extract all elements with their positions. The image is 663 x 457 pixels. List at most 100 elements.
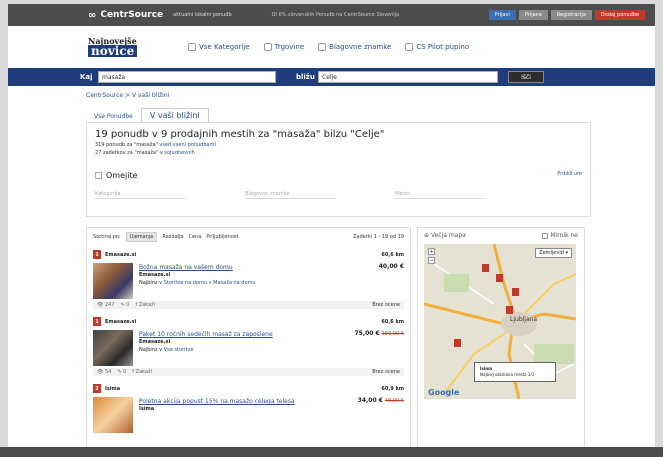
nav-label: Blagovne znamke [329, 43, 392, 51]
offer-thumbnail[interactable] [93, 397, 133, 433]
tabs: Vse Ponudbe V vaši bližini [86, 106, 591, 122]
merchant-row: 1 Emasaze.si 60,6 km [93, 317, 404, 326]
offer-title[interactable]: Paket 10 ročnih sedečih masaž za zaposle… [139, 330, 338, 339]
map-type-select[interactable]: Zemljevid ▾ [535, 248, 572, 258]
results-line2-link[interactable]: sojudnevnih [165, 150, 195, 156]
tab-all-offers[interactable]: Vse Ponudbe [86, 111, 141, 122]
popup-text: Najbolj obiskana mesta 1/1 [480, 372, 535, 377]
breadcrumb[interactable]: CentrSource > V vaši bližini [86, 92, 169, 99]
old-price: 40,00 € [384, 398, 404, 404]
offer-title[interactable]: Poletna akcija popust 15% na masažo cele… [139, 397, 338, 406]
signin-button[interactable]: Prijava [518, 10, 548, 20]
merchant-name[interactable]: Emasaze.si [105, 319, 136, 325]
old-price: 150,00 € [381, 331, 404, 337]
bigger-map-label: Večja mapa [430, 232, 466, 239]
google-logo: Google [428, 388, 460, 397]
bottom-bar [0, 447, 663, 457]
narrow-toggle-icon [95, 172, 102, 179]
map-pin-icon: 2 [93, 384, 101, 393]
centrsource-logo[interactable]: ∞ CentrSource aktualni lokalni ponudb [88, 10, 232, 21]
nav-stores[interactable]: Trgovine [263, 43, 304, 51]
sort-price[interactable]: Cena [189, 234, 202, 240]
filter-brand[interactable]: Blagovne znamke [245, 191, 335, 199]
offer-item: Božna masaža na vašem domu Emasaze.si Na… [93, 263, 404, 299]
bigger-map-link[interactable]: ⊕ Večja mapa [424, 232, 466, 239]
offer-location-prefix: Najbinz v [139, 346, 163, 353]
categories-icon [188, 43, 196, 51]
map-pin-icon: 1 [93, 317, 101, 326]
merchant-row: 2 Isima 60,9 km [93, 384, 404, 393]
where-label: bližu [296, 73, 315, 81]
offer-store: Emasaze.si [139, 339, 171, 345]
views-count: 👁 54 [97, 369, 112, 375]
add-offer-button[interactable]: Dodaj ponudbo [594, 10, 645, 20]
merchant-distance: 60,9 km [381, 385, 404, 392]
merchant-name[interactable]: Emasaze.si [105, 252, 136, 258]
views-count: 👁 247 [97, 302, 115, 308]
where-input[interactable] [318, 71, 498, 83]
register-button[interactable]: Registracija [550, 10, 592, 20]
price-value: 34,00 € [357, 397, 383, 404]
map-type-label: Zemljevid [539, 250, 564, 256]
results-line2: 27 zadetkov za "masaža" v sojudnevnih [95, 150, 582, 156]
filter-city[interactable]: Mesto [395, 191, 485, 199]
what-input[interactable] [98, 71, 276, 83]
site-brand[interactable]: Najnovejše novice [88, 37, 158, 57]
filter-category[interactable]: Kategorija [95, 191, 185, 199]
results-line1-link[interactable]: vsed vseni ponudbami [159, 142, 215, 148]
comments-count-value: 0 [126, 302, 130, 308]
comments-count: ✎ 0 [117, 369, 127, 375]
nav-links: Vse Kategorije Trgovine Blagovne znamke … [188, 43, 469, 51]
merchant-row: 1 Emasaze.si 60,6 km [93, 250, 404, 259]
what-label: Kaj [80, 73, 93, 81]
offer-thumbnail[interactable] [93, 330, 133, 366]
zoom-out-icon[interactable]: − [428, 257, 435, 264]
merchant-name[interactable]: Isima [105, 386, 120, 392]
facebook-share[interactable]: f Zakaži [135, 302, 155, 308]
main-nav: Najnovejše novice Vse Kategorije Trgovin… [8, 26, 655, 68]
nav-pilot[interactable]: CS Pilot pupino [405, 43, 469, 51]
offer-stats: 👁 247 ✎ 0 f Zakaži Brez ocene [93, 301, 404, 309]
offer-item: Poletna akcija popust 15% na masažo cele… [93, 397, 404, 433]
results-line1-text: 319 ponudb za "masaža" [95, 142, 158, 148]
map-header: ⊕ Večja mapa Mirnik ne [424, 232, 578, 239]
store-icon [263, 43, 272, 51]
offer-store: Emasaze.si [139, 272, 171, 278]
results-summary: 19 ponudb v 9 prodajnih mestih za "masaž… [86, 122, 591, 217]
top-bar: ∞ CentrSource aktualni lokalni ponudb Ol… [8, 4, 655, 26]
sort-popularity[interactable]: Priljubljenost [206, 234, 238, 240]
brand-line2: novice [88, 45, 138, 57]
comments-count-value: 0 [123, 369, 127, 375]
page: ∞ CentrSource aktualni lokalni ponudb Ol… [8, 4, 655, 453]
comments-count: ✎ 0 [120, 302, 130, 308]
rating-text: Brez ocene [372, 302, 400, 308]
filter-row: Kategorija Blagovne znamke Mesto [95, 191, 485, 199]
results-count: Zadetki 1 - 19 od 19 [353, 234, 404, 240]
search-button[interactable]: Išči [508, 71, 544, 83]
views-count-value: 54 [104, 369, 112, 375]
sort-distance[interactable]: Razdalja [162, 234, 183, 240]
map-zoom-controls: + − [428, 248, 436, 266]
offer-location-link[interactable]: Storitve na domu v Masaža na domu [164, 280, 256, 286]
map-panel: ⊕ Večja mapa Mirnik ne Ljubljana + − Zem… [417, 227, 585, 453]
zoom-in-icon[interactable]: + [428, 248, 435, 255]
search-bar: Kaj bližu Išči [8, 68, 655, 86]
tab-nearby[interactable]: V vaši bližini [140, 108, 209, 122]
more-link[interactable]: Približ ure [557, 171, 582, 177]
narrow-section[interactable]: Omejite [95, 171, 138, 180]
share-label: Zakaži [135, 369, 153, 375]
map-view[interactable]: Ljubljana + − Zemljevid ▾ Isima Najbolj … [424, 244, 576, 399]
merchant-distance: 60,6 km [381, 318, 404, 325]
map-checkbox[interactable]: Mirnik ne [542, 232, 578, 239]
facebook-share[interactable]: f Zakaži [132, 369, 152, 375]
offer-title[interactable]: Božna masaža na vašem domu [139, 263, 338, 272]
sort-row: Sortiraj po: Ujemanje Razdalja Cena Pril… [93, 232, 404, 242]
login-button[interactable]: Prijavi [488, 10, 516, 20]
nav-label: CS Pilot pupino [416, 43, 470, 51]
nav-brands[interactable]: Blagovne znamke [318, 43, 391, 51]
top-info-text: Ol 6% slovenskih Ponudb na CentrSource S… [271, 12, 400, 18]
offer-location-link[interactable]: Vse storitve [164, 347, 194, 353]
nav-all-categories[interactable]: Vse Kategorije [188, 43, 250, 51]
sort-relevance[interactable]: Ujemanje [125, 232, 158, 242]
offer-thumbnail[interactable] [93, 263, 133, 299]
